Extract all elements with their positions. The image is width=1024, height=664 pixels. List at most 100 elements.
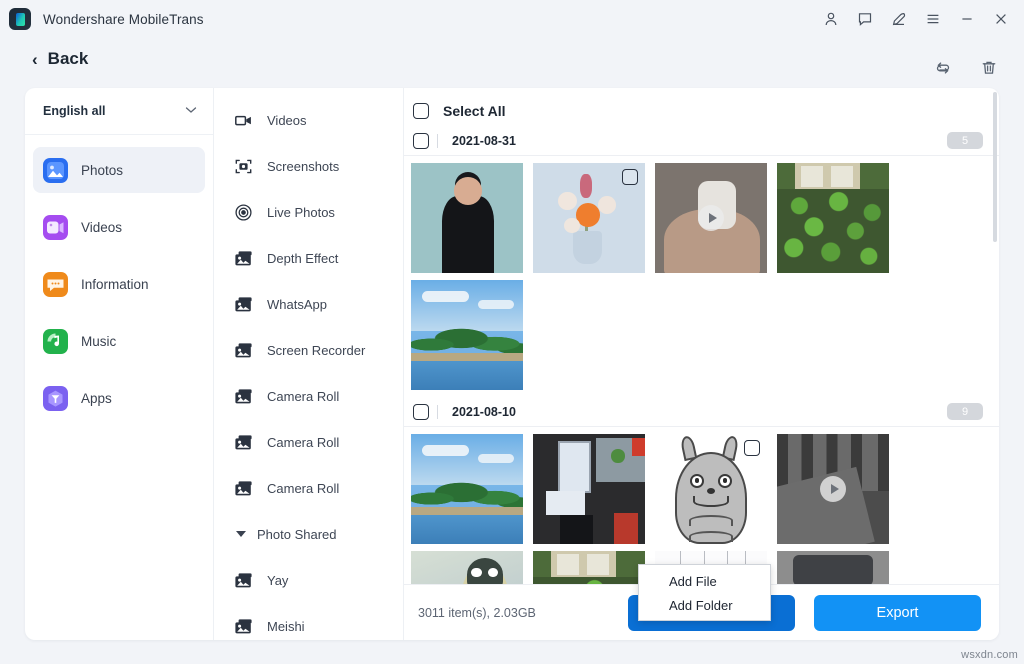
album-item-whatsapp[interactable]: WhatsApp	[214, 281, 403, 327]
play-icon	[820, 476, 846, 502]
live-photo-icon	[234, 203, 253, 222]
album-item-label: Videos	[267, 113, 307, 128]
thumbnail-item-video[interactable]	[777, 551, 889, 584]
thumbnail-checkbox[interactable]	[744, 440, 760, 456]
album-group-photo-shared[interactable]: Photo Shared	[214, 511, 403, 557]
play-icon	[698, 205, 724, 231]
select-all-checkbox[interactable]	[413, 103, 429, 119]
vertical-scrollbar[interactable]	[993, 92, 997, 242]
date-header-row[interactable]: 2021-08-31 5	[404, 126, 999, 156]
photos-icon	[43, 158, 68, 183]
thumbnail-item[interactable]	[655, 434, 767, 544]
import-context-menu: Add File Add Folder	[638, 564, 771, 621]
sidebar-item-label: Music	[81, 334, 116, 349]
title-bar: Wondershare MobileTrans	[0, 0, 1024, 38]
date-header-row[interactable]: 2021-08-10 9	[404, 397, 999, 427]
album-item-videos[interactable]: Videos	[214, 97, 403, 143]
language-selector[interactable]: English all	[25, 88, 213, 135]
chevron-left-icon: ‹	[32, 51, 38, 68]
sidebar-item-videos[interactable]: Videos	[33, 204, 205, 250]
thumbnail-item-video[interactable]	[777, 434, 889, 544]
thumbnail-item[interactable]	[533, 163, 645, 273]
album-item-label: Live Photos	[267, 205, 335, 220]
sidebar-item-apps[interactable]: Apps	[33, 375, 205, 421]
sidebar-item-label: Apps	[81, 391, 112, 406]
date-count-badge: 9	[947, 403, 983, 420]
thumbnail-item[interactable]	[777, 163, 889, 273]
album-item-screen-recorder[interactable]: Screen Recorder	[214, 327, 403, 373]
information-icon	[43, 272, 68, 297]
mobiletrans-logo-icon	[9, 8, 31, 30]
date-group: 2021-08-10 9	[404, 397, 999, 584]
album-item-label: Camera Roll	[267, 389, 339, 404]
thumbnail-item[interactable]	[533, 434, 645, 544]
date-label: 2021-08-10	[452, 405, 516, 419]
album-item-meishi[interactable]: Meishi	[214, 603, 403, 640]
photo-stack-icon	[234, 387, 253, 406]
menu-item-add-folder[interactable]: Add Folder	[639, 593, 770, 617]
select-all-row[interactable]: Select All	[404, 96, 999, 126]
main-card: English all Photos	[25, 88, 999, 640]
thumbnail-item[interactable]	[411, 434, 523, 544]
triangle-down-icon	[236, 531, 246, 537]
menu-item-add-file[interactable]: Add File	[639, 569, 770, 593]
thumbnail-item[interactable]	[411, 551, 523, 584]
date-group-checkbox[interactable]	[413, 404, 429, 420]
close-icon[interactable]	[984, 4, 1018, 34]
videos-icon	[43, 215, 68, 240]
sidebar-item-photos[interactable]: Photos	[33, 147, 205, 193]
thumbnail-item[interactable]	[533, 551, 645, 584]
photo-grid-scroll[interactable]: Select All 2021-08-31 5	[404, 88, 999, 584]
minimize-icon[interactable]	[950, 4, 984, 34]
music-icon	[43, 329, 68, 354]
video-camera-icon	[234, 111, 253, 130]
watermark: wsxdn.com	[961, 649, 1018, 661]
album-item-label: Meishi	[267, 619, 305, 634]
photo-stack-icon	[234, 571, 253, 590]
select-all-label: Select All	[443, 103, 506, 119]
sidebar: English all Photos	[25, 88, 214, 640]
menu-icon[interactable]	[916, 4, 950, 34]
transfer-swap-icon[interactable]	[930, 55, 956, 81]
album-list: Videos Screenshots	[214, 88, 404, 640]
account-icon[interactable]	[814, 4, 848, 34]
sidebar-item-label: Photos	[81, 163, 123, 178]
album-item-label: Screen Recorder	[267, 343, 365, 358]
album-item-camera-roll-3[interactable]: Camera Roll	[214, 465, 403, 511]
back-label: Back	[48, 49, 89, 69]
album-item-label: Depth Effect	[267, 251, 338, 266]
sidebar-item-information[interactable]: Information	[33, 261, 205, 307]
album-item-yay[interactable]: Yay	[214, 557, 403, 603]
export-button[interactable]: Export	[814, 595, 981, 631]
sidebar-item-label: Information	[81, 277, 149, 292]
thumbnail-item[interactable]	[411, 163, 523, 273]
album-item-label: Camera Roll	[267, 481, 339, 496]
album-item-camera-roll-2[interactable]: Camera Roll	[214, 419, 403, 465]
thumbnail-item-video[interactable]	[655, 163, 767, 273]
window-controls	[814, 0, 1018, 38]
album-item-depth-effect[interactable]: Depth Effect	[214, 235, 403, 281]
album-item-live-photos[interactable]: Live Photos	[214, 189, 403, 235]
thumbnail-row	[404, 156, 999, 397]
sidebar-item-music[interactable]: Music	[33, 318, 205, 364]
album-item-label: Camera Roll	[267, 435, 339, 450]
album-item-camera-roll-1[interactable]: Camera Roll	[214, 373, 403, 419]
photo-stack-icon	[234, 249, 253, 268]
back-button[interactable]: ‹ Back	[32, 49, 88, 69]
date-label: 2021-08-31	[452, 134, 516, 148]
album-item-screenshots[interactable]: Screenshots	[214, 143, 403, 189]
feedback-icon[interactable]	[848, 4, 882, 34]
app-window: Wondershare MobileTrans	[0, 0, 1024, 664]
thumbnail-item[interactable]	[411, 280, 523, 390]
thumbnail-checkbox[interactable]	[622, 169, 638, 185]
date-count-badge: 5	[947, 132, 983, 149]
photo-stack-icon	[234, 617, 253, 636]
edit-pen-icon[interactable]	[882, 4, 916, 34]
item-count-status: 3011 item(s), 2.03GB	[418, 606, 536, 620]
photo-stack-icon	[234, 433, 253, 452]
date-group-checkbox[interactable]	[413, 133, 429, 149]
window-title: Wondershare MobileTrans	[43, 12, 204, 27]
date-group: 2021-08-31 5	[404, 126, 999, 397]
trash-icon[interactable]	[976, 55, 1002, 81]
screenshot-icon	[234, 157, 253, 176]
